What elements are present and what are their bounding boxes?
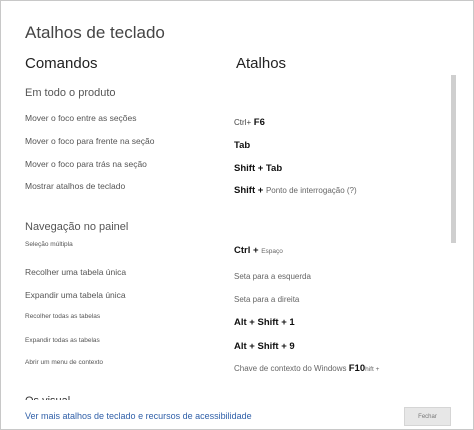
key-description: Seta para a direita — [234, 295, 300, 304]
key-description: Seta para a esquerda — [234, 272, 311, 281]
close-button[interactable]: Fechar — [404, 407, 451, 426]
shortcut-keys: Alt + Shift + 1 — [234, 312, 295, 330]
shortcut-keys: Shift + Ponto de interrogação (?) — [234, 180, 357, 198]
shortcut-keys: Ctrl+ F6 — [234, 112, 265, 130]
command-label: Mover o foco para frente na seção — [25, 136, 155, 146]
shortcut-keys: Seta para a direita — [234, 289, 299, 307]
more-shortcuts-link[interactable]: Ver mais atalhos de teclado e recursos d… — [25, 411, 252, 421]
key-combo: Ctrl + — [234, 245, 262, 256]
command-label: Expandir todas as tabelas — [25, 337, 100, 344]
scrollbar-thumb[interactable] — [451, 75, 456, 243]
key-description: hift + — [365, 366, 380, 373]
command-label: Recolher todas as tabelas — [25, 313, 101, 320]
key-combo: Tab — [234, 140, 251, 151]
key-description: Chave de contexto do Windows — [234, 364, 349, 373]
section-heading: Navegação no painel — [25, 221, 129, 233]
dialog-title: Atalhos de teclado — [25, 23, 165, 42]
key-combo: Shift + Tab — [234, 163, 283, 174]
shortcut-keys: Shift + Tab — [234, 158, 282, 176]
command-label: Expandir uma tabela única — [25, 290, 126, 300]
shortcut-keys: Seta para a esquerda — [234, 266, 311, 284]
command-label: Mover o foco entre as seções — [25, 113, 137, 123]
key-combo: Ctrl+ — [234, 118, 252, 127]
key-combo: Alt + Shift + 9 — [234, 341, 295, 352]
scrollbar[interactable] — [451, 75, 457, 375]
command-label: Seleção múltipla — [25, 241, 73, 248]
key-description: Espaço — [261, 248, 283, 255]
command-label: Mover o foco para trás na seção — [25, 159, 147, 169]
section-heading: Em todo o produto — [25, 87, 116, 99]
shortcuts-column-header: Atalhos — [236, 55, 287, 72]
next-section-heading: Os visual — [25, 395, 70, 400]
key-combo: Alt + Shift + 1 — [234, 317, 295, 328]
key-combo: Shift + — [234, 185, 266, 196]
key-combo: F10 — [348, 363, 366, 374]
key-combo: F6 — [251, 117, 265, 128]
command-label: Mostrar atalhos de teclado — [25, 181, 126, 191]
shortcut-keys: Chave de contexto do Windows F10hift + — [234, 358, 379, 376]
commands-column-header: Comandos — [25, 55, 98, 72]
shortcut-keys: Ctrl + Espaço — [234, 240, 283, 258]
shortcut-keys: Tab — [234, 135, 250, 153]
shortcut-keys: Alt + Shift + 9 — [234, 336, 295, 354]
keyboard-shortcuts-dialog: Atalhos de teclado Comandos Atalhos Em t… — [0, 0, 474, 430]
key-description: Ponto de interrogação (?) — [265, 186, 357, 195]
command-label: Recolher uma tabela única — [25, 267, 127, 277]
command-label: Abrir um menu de contexto — [25, 359, 104, 366]
